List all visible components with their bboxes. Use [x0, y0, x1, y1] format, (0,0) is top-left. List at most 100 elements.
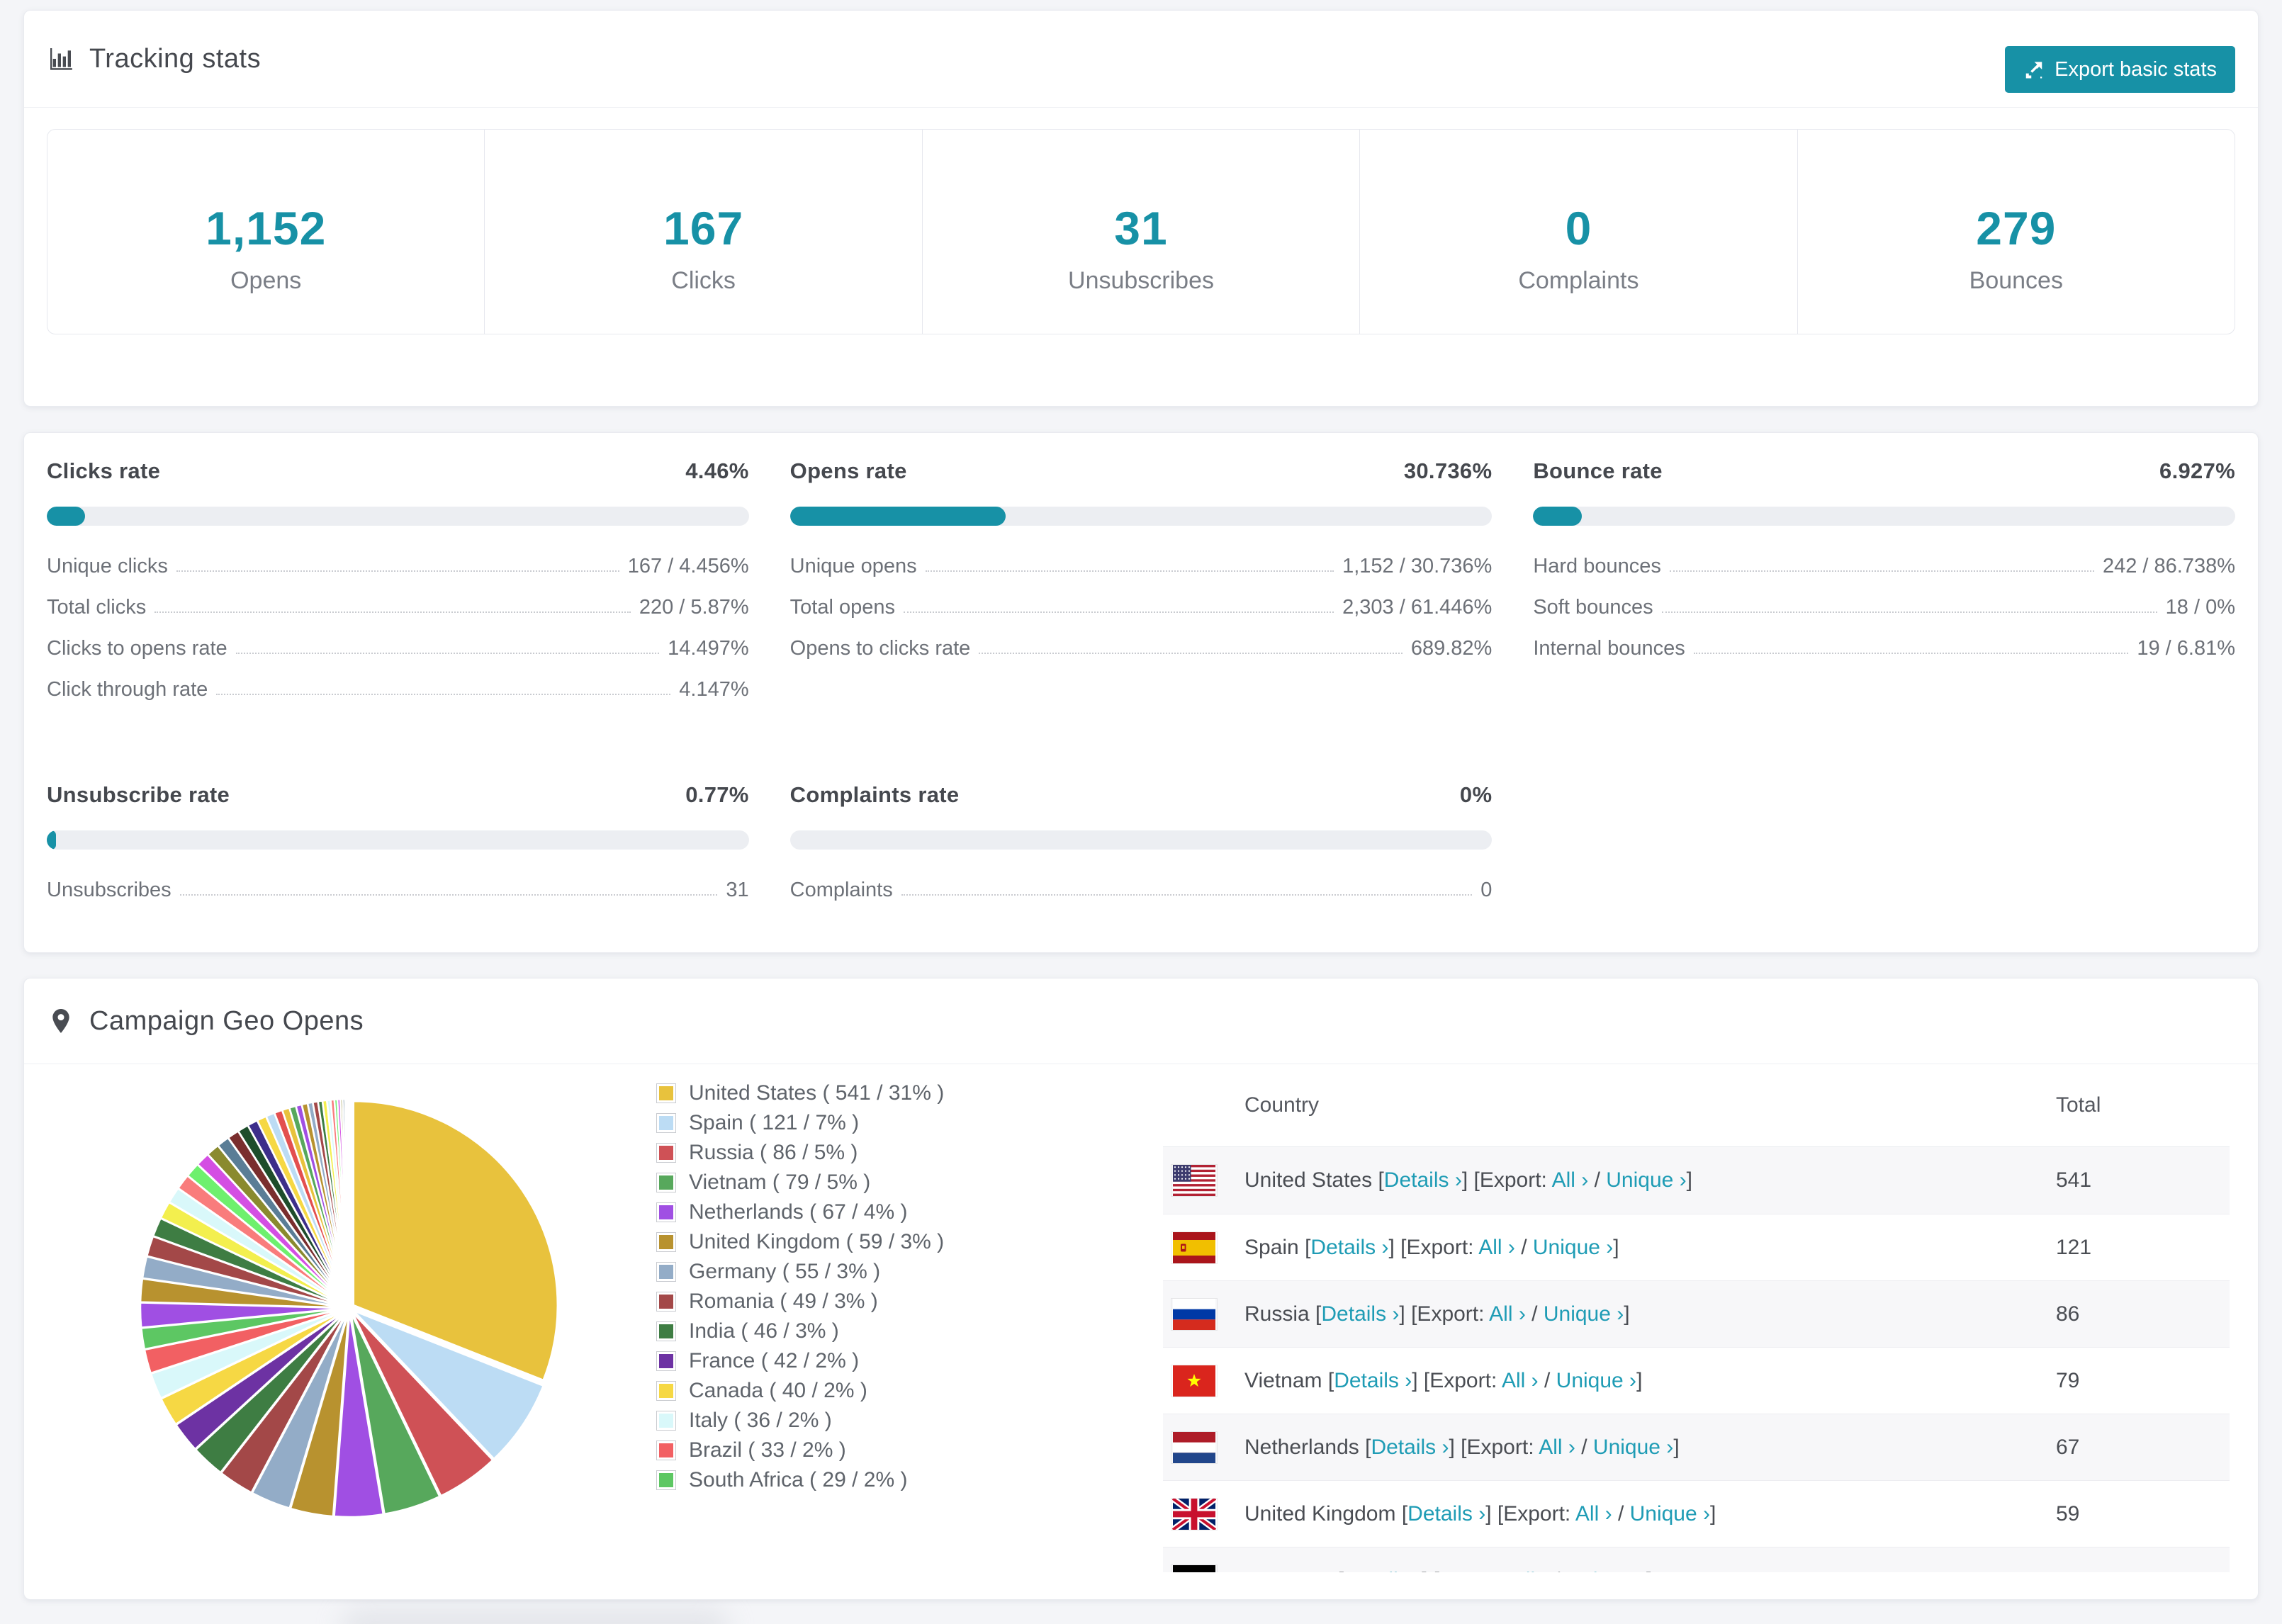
export-unique-link[interactable]: Unique › — [1533, 1236, 1613, 1259]
rate-progress-bar — [1533, 507, 2235, 526]
rate-progress-fill — [1533, 507, 1582, 526]
rate-title: Complaints rate — [789, 782, 960, 807]
bracket: ] — [1673, 1435, 1680, 1459]
export-unique-link[interactable]: Unique › — [1606, 1168, 1686, 1192]
export-basic-stats-button[interactable]: Export basic stats — [2005, 46, 2235, 93]
rate-item: Soft bounces 18 / 0% — [1533, 595, 2235, 619]
rate-items: Unique opens 1,152 / 30.736% Total opens… — [790, 554, 1493, 660]
rate-item: Click through rate 4.147% — [47, 677, 749, 701]
dotted-leader — [979, 653, 1403, 654]
rate-section: Clicks rate 4.46% Unique clicks 167 / 4.… — [47, 458, 749, 718]
rate-item-value: 2,303 / 61.446% — [1342, 596, 1493, 619]
legend-swatch — [656, 1411, 676, 1431]
export-all-link[interactable]: All › — [1539, 1436, 1575, 1459]
export-unique-link[interactable]: Unique › — [1544, 1302, 1624, 1326]
details-link[interactable]: Details › — [1334, 1369, 1412, 1392]
export-unique-link[interactable]: Unique › — [1630, 1502, 1710, 1526]
export-all-link[interactable]: All › — [1575, 1502, 1612, 1526]
column-header-country: Country — [1244, 1093, 1320, 1117]
export-all-link[interactable]: All › — [1478, 1236, 1515, 1259]
rates-card: Clicks rate 4.46% Unique clicks 167 / 4.… — [23, 432, 2259, 953]
legend-swatch — [656, 1143, 676, 1163]
bracket: ] — [1710, 1501, 1716, 1526]
country-flag-icon — [1163, 1231, 1244, 1263]
details-link[interactable]: Details › — [1407, 1502, 1485, 1526]
legend-label: United Kingdom ( 59 / 3% ) — [689, 1230, 945, 1253]
bracket: ] — [1388, 1235, 1401, 1259]
stat-value: 279 — [1976, 202, 2057, 254]
table-row: Russia [Details ›] [Export: All › / Uniq… — [1163, 1280, 2230, 1347]
rate-item-value: 689.82% — [1410, 637, 1493, 660]
export-unique-link[interactable]: Unique › — [1566, 1569, 1646, 1573]
rate-item: Unsubscribes 31 — [47, 878, 749, 902]
legend-swatch — [656, 1351, 676, 1371]
legend-label: France ( 42 / 2% ) — [689, 1349, 860, 1372]
bracket: ] — [1624, 1302, 1630, 1326]
legend-item: India ( 46 / 3% ) — [656, 1316, 944, 1346]
rate-item: Unique opens 1,152 / 30.736% — [790, 554, 1493, 578]
export-prefix: [Export: — [1400, 1235, 1479, 1259]
country-name: Germany — [1244, 1569, 1332, 1573]
campaign-geo-opens-card: Campaign Geo Opens United States ( 541 /… — [23, 978, 2259, 1600]
rate-item-label: Clicks to opens rate — [47, 637, 227, 660]
legend-swatch — [656, 1232, 676, 1252]
details-link[interactable]: Details › — [1371, 1436, 1449, 1459]
legend-label: Germany ( 55 / 3% ) — [689, 1260, 881, 1283]
rate-section: Unsubscribe rate 0.77% Unsubscribes 31 — [47, 782, 749, 919]
rate-item-value: 167 / 4.456% — [627, 555, 749, 577]
legend-item: South Africa ( 29 / 2% ) — [656, 1465, 944, 1495]
legend-item: Canada ( 40 / 2% ) — [656, 1376, 944, 1406]
country-flag-icon — [1163, 1564, 1244, 1572]
legend-label: India ( 46 / 3% ) — [689, 1319, 839, 1343]
country-cell: Spain [Details ›] [Export: All › / Uniqu… — [1244, 1236, 2056, 1260]
legend-label: Italy ( 36 / 2% ) — [689, 1409, 832, 1432]
export-all-link[interactable]: All › — [1512, 1569, 1548, 1573]
legend-swatch — [656, 1262, 676, 1282]
legend-label: Vietnam ( 79 / 5% ) — [689, 1171, 871, 1194]
country-name: United States — [1244, 1168, 1373, 1192]
export-all-link[interactable]: All › — [1552, 1168, 1589, 1192]
bracket: ] — [1613, 1235, 1619, 1259]
dotted-leader — [235, 653, 660, 654]
bracket: [ — [1401, 1501, 1408, 1526]
details-link[interactable]: Details › — [1344, 1569, 1422, 1573]
slash-separator: / — [1581, 1435, 1593, 1459]
legend-swatch — [656, 1202, 676, 1222]
total-cell: 59 — [2056, 1501, 2080, 1526]
export-unique-link[interactable]: Unique › — [1556, 1369, 1636, 1392]
details-link[interactable]: Details › — [1384, 1168, 1462, 1192]
stats-summary-row: 1,152 Opens 167 Clicks 31 Unsubscribes 0… — [47, 129, 2235, 334]
stat-box: 0 Complaints — [1359, 130, 1797, 334]
rate-progress-bar — [789, 830, 1493, 850]
details-link[interactable]: Details › — [1310, 1236, 1388, 1259]
details-link[interactable]: Details › — [1321, 1302, 1399, 1326]
country-name: Vietnam — [1244, 1368, 1322, 1392]
geo-section-title: Campaign Geo Opens — [89, 1005, 364, 1036]
rate-progress-fill — [789, 507, 1006, 526]
dotted-leader — [1661, 611, 2157, 613]
stat-label: Unsubscribes — [1068, 267, 1214, 294]
legend-item: France ( 42 / 2% ) — [656, 1346, 944, 1376]
dotted-leader — [925, 570, 1334, 572]
rate-head: Complaints rate 0% — [790, 782, 1493, 808]
export-unique-link[interactable]: Unique › — [1593, 1436, 1673, 1459]
stat-label: Bounces — [1969, 267, 2063, 294]
legend-label: South Africa ( 29 / 2% ) — [689, 1468, 908, 1492]
rate-item-label: Complaints — [789, 879, 893, 901]
legend-item: Romania ( 49 / 3% ) — [656, 1287, 944, 1316]
bracket: ] — [1422, 1569, 1434, 1573]
rate-item: Internal bounces 19 / 6.81% — [1533, 636, 2235, 660]
slash-separator: / — [1554, 1569, 1566, 1573]
legend-item: United States ( 541 / 31% ) — [656, 1078, 944, 1108]
rate-percent: 6.927% — [2159, 458, 2235, 483]
stat-value: 167 — [663, 202, 744, 254]
export-all-link[interactable]: All › — [1489, 1302, 1526, 1326]
total-cell: 86 — [2056, 1302, 2080, 1326]
rate-item-value: 14.497% — [668, 637, 749, 660]
legend-swatch — [656, 1470, 676, 1490]
export-all-link[interactable]: All › — [1502, 1369, 1539, 1392]
stat-box: 1,152 Opens — [47, 130, 484, 334]
bracket: ] — [1399, 1302, 1412, 1326]
country-cell: Netherlands [Details ›] [Export: All › /… — [1244, 1436, 2056, 1460]
rate-item: Hard bounces 242 / 86.738% — [1533, 554, 2235, 578]
